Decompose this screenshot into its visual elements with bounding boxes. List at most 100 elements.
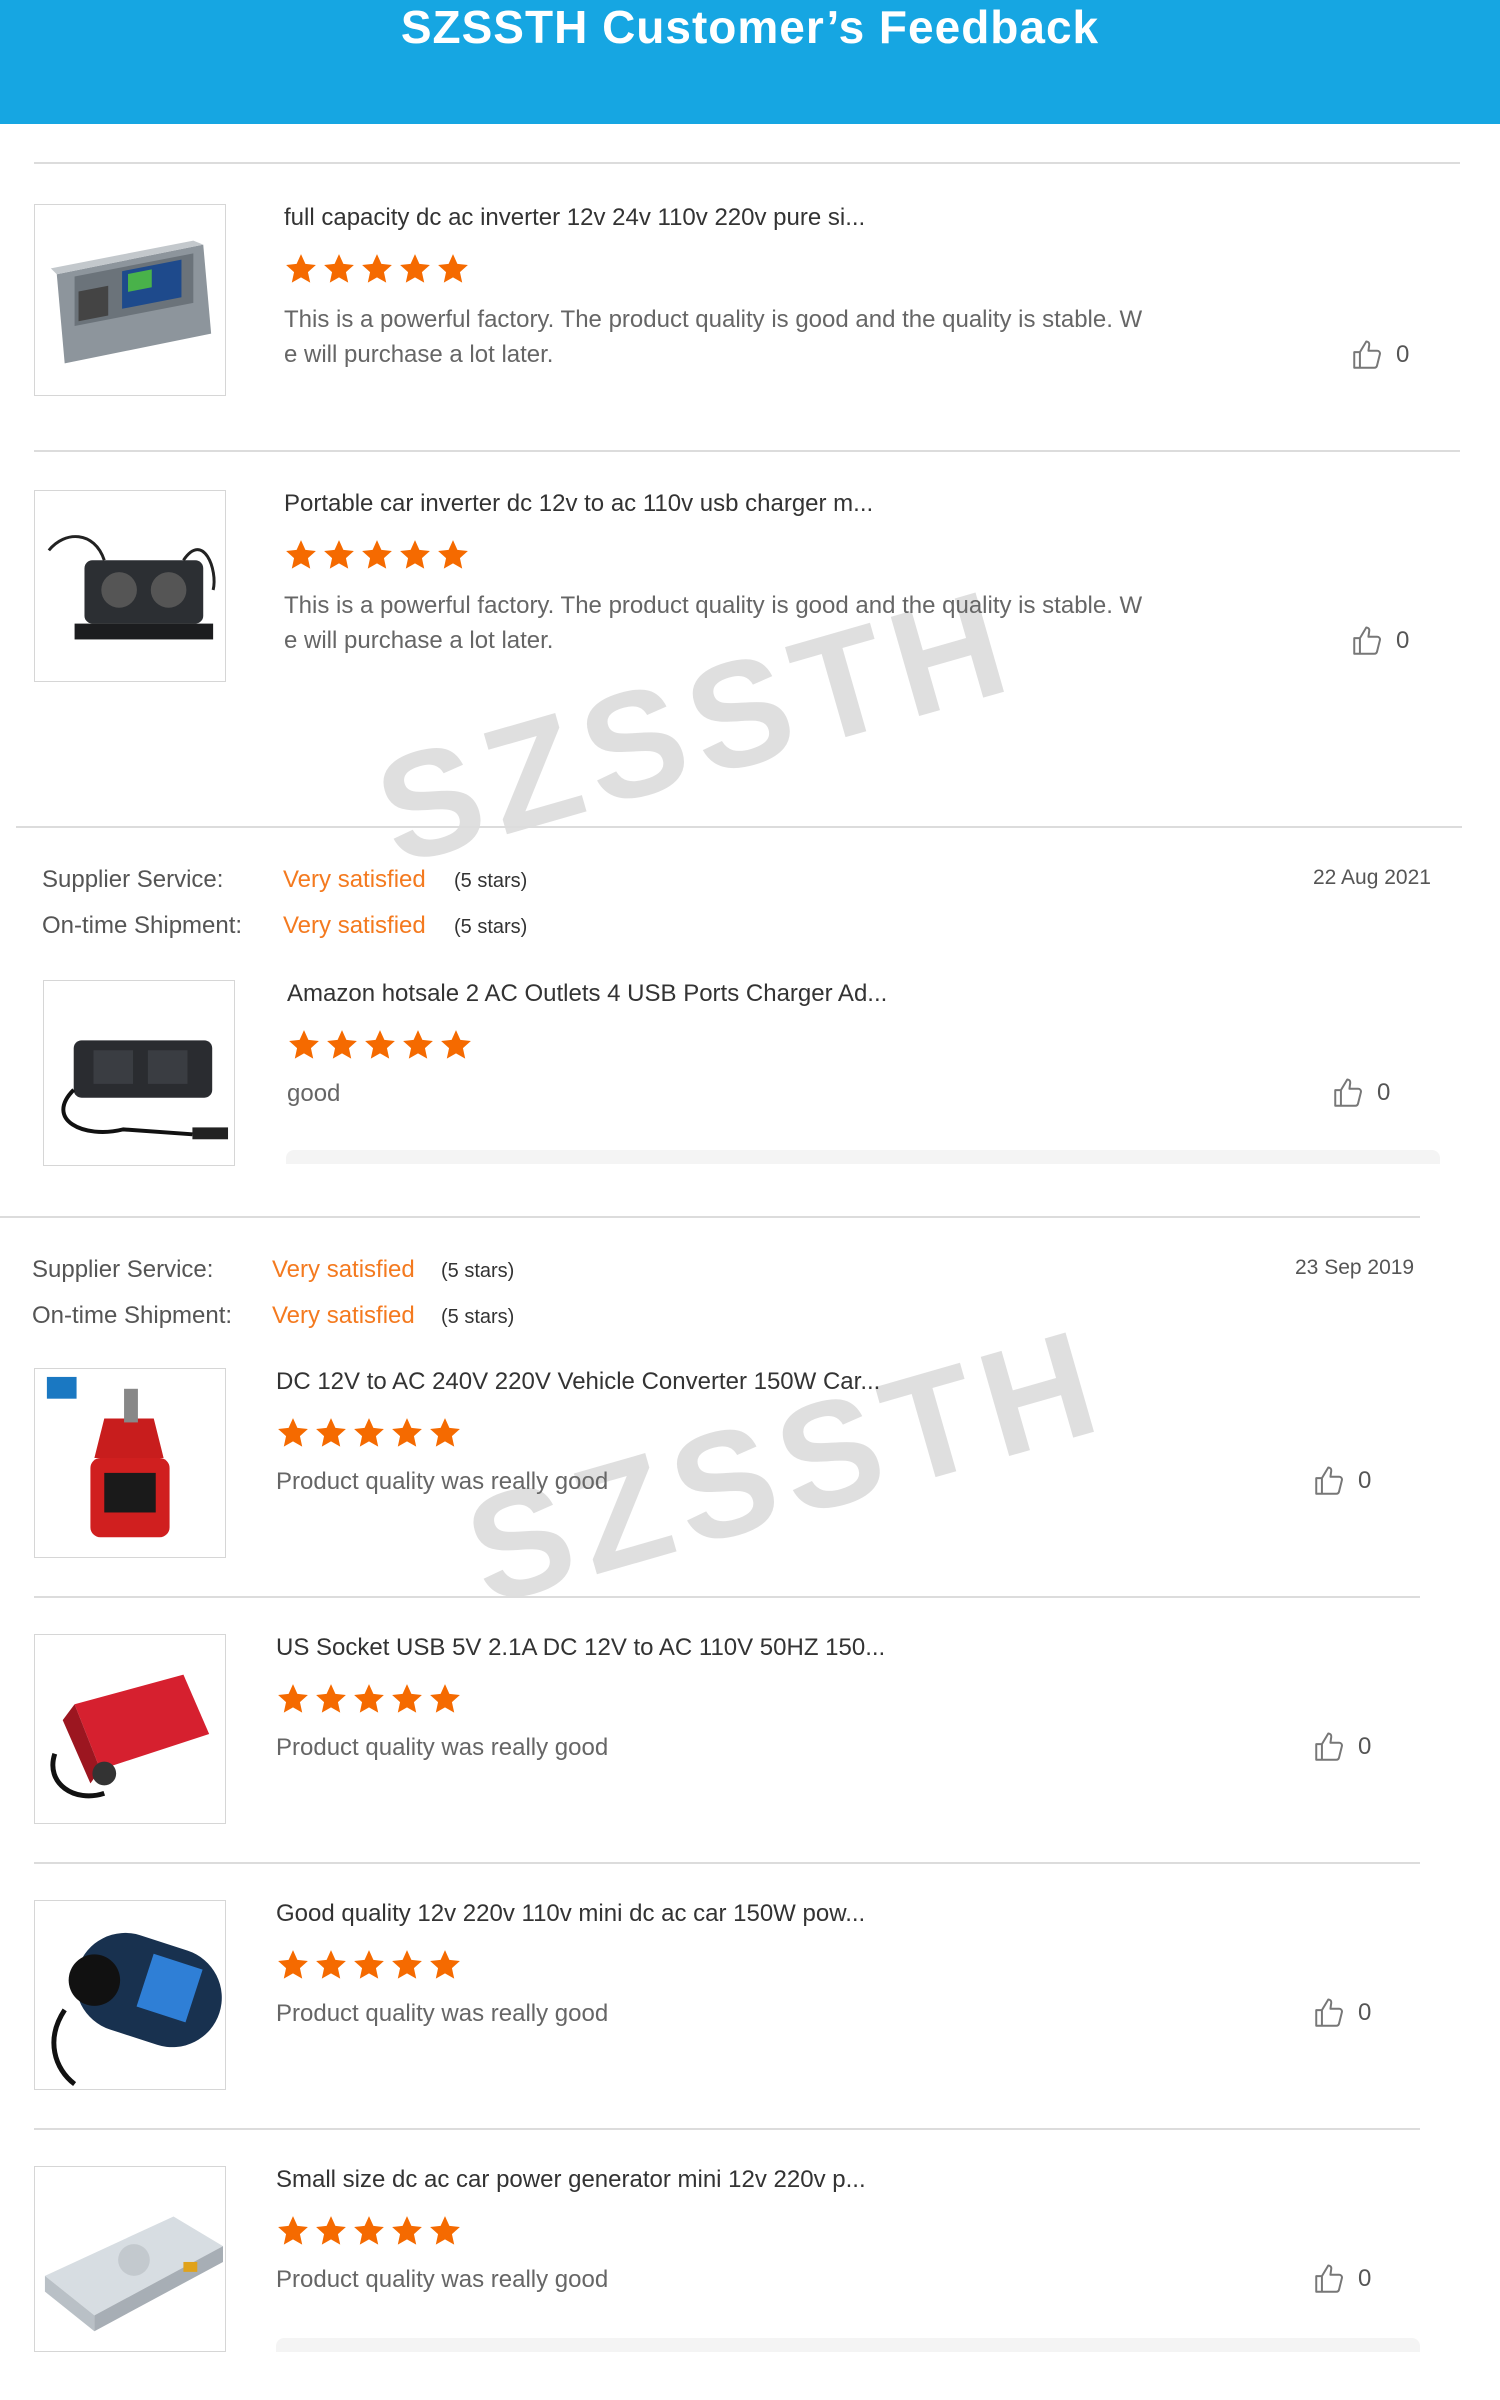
star-icon <box>284 252 318 286</box>
review-text-line: This is a powerful factory. The product … <box>284 306 1143 333</box>
review-date: 22 Aug 2021 <box>1313 866 1431 889</box>
review-text: This is a powerful factory. The product … <box>284 302 1229 372</box>
review-text: good <box>287 1080 341 1107</box>
product-image[interactable] <box>34 204 226 396</box>
like-button[interactable]: 0 <box>1331 1076 1390 1110</box>
star-icon <box>325 1028 359 1062</box>
shipment-stars: (5 stars) <box>454 916 528 938</box>
rating-stars <box>276 1682 462 1722</box>
product-title[interactable]: Amazon hotsale 2 AC Outlets 4 USB Ports … <box>287 980 887 1008</box>
like-button[interactable]: 0 <box>1312 1996 1371 2030</box>
review-text: Product quality was really good <box>276 1734 609 1761</box>
thumbs-up-icon <box>1350 624 1384 658</box>
star-icon <box>436 252 470 286</box>
divider <box>0 1216 1420 1218</box>
page-header: SZSSTH Customer’s Feedback <box>0 0 1500 124</box>
review-item: full capacity dc ac inverter 12v 24v 110… <box>34 204 1460 404</box>
supplier-service-label: Supplier Service: <box>32 1256 214 1283</box>
product-title[interactable]: DC 12V to AC 240V 220V Vehicle Converter… <box>276 1368 880 1396</box>
star-icon <box>390 1948 424 1982</box>
like-button[interactable]: 0 <box>1350 338 1409 372</box>
star-icon <box>390 1416 424 1450</box>
review-text: Product quality was really good <box>276 2266 609 2293</box>
star-icon <box>276 1948 310 1982</box>
review-item: Portable car inverter dc 12v to ac 110v … <box>34 490 1460 690</box>
star-icon <box>276 1416 310 1450</box>
star-icon <box>352 1416 386 1450</box>
star-icon <box>276 1682 310 1716</box>
divider <box>34 1862 1420 1864</box>
like-button[interactable]: 0 <box>1350 624 1409 658</box>
product-image[interactable] <box>34 1634 226 1824</box>
product-image[interactable] <box>43 980 235 1166</box>
like-count: 0 <box>1358 2265 1372 2292</box>
divider <box>34 162 1460 164</box>
like-count: 0 <box>1396 341 1410 368</box>
product-title[interactable]: Good quality 12v 220v 110v mini dc ac ca… <box>276 1900 865 1928</box>
like-button[interactable]: 0 <box>1312 1464 1371 1498</box>
star-icon <box>314 2214 348 2248</box>
star-icon <box>428 1682 462 1716</box>
thumbs-up-icon <box>1350 338 1384 372</box>
supplier-service-value: Very satisfied <box>272 1256 415 1283</box>
shipment-stars: (5 stars) <box>441 1306 515 1328</box>
fold-divider <box>276 2338 1420 2352</box>
star-icon <box>390 2214 424 2248</box>
product-image[interactable] <box>34 1368 226 1558</box>
supplier-service-stars: (5 stars) <box>454 870 528 892</box>
review-item: Good quality 12v 220v 110v mini dc ac ca… <box>34 1900 1420 2090</box>
star-icon <box>398 538 432 572</box>
rating-stars <box>276 1416 462 1456</box>
supplier-service-label: Supplier Service: <box>42 866 224 893</box>
like-count: 0 <box>1358 1999 1372 2026</box>
star-icon <box>352 1682 386 1716</box>
fold-divider <box>286 1150 1440 1164</box>
supplier-service-stars: (5 stars) <box>441 1260 515 1282</box>
like-count: 0 <box>1358 1467 1372 1494</box>
review-item: Small size dc ac car power generator min… <box>34 2166 1420 2352</box>
star-icon <box>352 2214 386 2248</box>
review-text-line: This is a powerful factory. The product … <box>284 592 1143 619</box>
star-icon <box>436 538 470 572</box>
star-icon <box>322 538 356 572</box>
review-text-line: e will purchase a lot later. <box>284 341 554 368</box>
rating-stars <box>276 1948 462 1988</box>
like-button[interactable]: 0 <box>1312 1730 1371 1764</box>
rating-stars <box>284 252 470 292</box>
product-title[interactable]: full capacity dc ac inverter 12v 24v 110… <box>284 204 865 232</box>
review-item: DC 12V to AC 240V 220V Vehicle Converter… <box>34 1368 1420 1558</box>
divider <box>34 1596 1420 1598</box>
supplier-service-value: Very satisfied <box>283 866 426 893</box>
product-title[interactable]: US Socket USB 5V 2.1A DC 12V to AC 110V … <box>276 1634 885 1662</box>
rating-stars <box>276 2214 462 2254</box>
product-image[interactable] <box>34 490 226 682</box>
divider <box>34 450 1460 452</box>
thumbs-up-icon <box>1312 2262 1346 2296</box>
product-title[interactable]: Portable car inverter dc 12v to ac 110v … <box>284 490 873 518</box>
thumbs-up-icon <box>1312 1464 1346 1498</box>
star-icon <box>314 1948 348 1982</box>
star-icon <box>398 252 432 286</box>
divider <box>34 2128 1420 2130</box>
product-title[interactable]: Small size dc ac car power generator min… <box>276 2166 866 2194</box>
thumbs-up-icon <box>1331 1076 1365 1110</box>
shipment-label: On-time Shipment: <box>32 1302 233 1329</box>
star-icon <box>276 2214 310 2248</box>
review-text: Product quality was really good <box>276 1468 609 1495</box>
product-image[interactable] <box>34 2166 226 2352</box>
rating-stars <box>287 1028 473 1068</box>
like-count: 0 <box>1358 1733 1372 1760</box>
product-image[interactable] <box>34 1900 226 2090</box>
like-count: 0 <box>1396 627 1410 654</box>
star-icon <box>314 1682 348 1716</box>
star-icon <box>401 1028 435 1062</box>
review-text: This is a powerful factory. The product … <box>284 588 1229 658</box>
star-icon <box>322 252 356 286</box>
shipment-value: Very satisfied <box>272 1302 415 1329</box>
star-icon <box>360 538 394 572</box>
review-date: 23 Sep 2019 <box>1295 1256 1415 1279</box>
star-icon <box>428 1416 462 1450</box>
like-button[interactable]: 0 <box>1312 2262 1371 2296</box>
star-icon <box>363 1028 397 1062</box>
review-item: Amazon hotsale 2 AC Outlets 4 USB Ports … <box>43 980 1443 1166</box>
